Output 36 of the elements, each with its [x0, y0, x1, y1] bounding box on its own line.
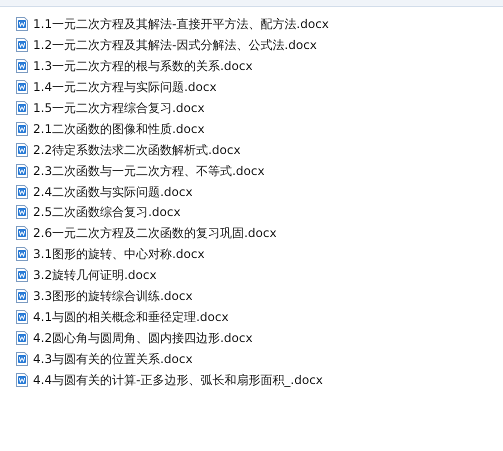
file-name[interactable]: 4.3与圆有关的位置关系.docx — [33, 350, 193, 367]
document-icon — [16, 38, 28, 52]
file-name[interactable]: 1.4一元二次方程与实际问题.docx — [33, 79, 217, 96]
document-icon — [16, 310, 28, 324]
document-icon — [16, 17, 28, 32]
document-icon — [16, 205, 28, 220]
file-name[interactable]: 2.3二次函数与一元二次方程、不等式.docx — [33, 162, 265, 179]
file-name[interactable]: 2.6一元二次方程及二次函数的复习巩固.docx — [33, 225, 277, 242]
document-icon — [16, 184, 28, 199]
document-icon — [16, 352, 28, 366]
file-name[interactable]: 4.1与圆的相关概念和垂径定理.docx — [33, 308, 229, 325]
document-icon — [16, 330, 28, 345]
document-icon — [16, 164, 28, 178]
file-name[interactable]: 3.1图形的旋转、中心对称.docx — [33, 246, 205, 262]
document-icon — [16, 101, 28, 115]
document-icon — [16, 268, 28, 282]
document-icon — [16, 80, 28, 94]
file-name[interactable]: 2.1二次函数的图像和性质.docx — [33, 120, 205, 137]
file-name[interactable]: 1.2一元二次方程及其解法-因式分解法、公式法.docx — [33, 37, 317, 54]
document-icon — [16, 247, 28, 262]
document-icon — [16, 226, 28, 240]
document-icon — [16, 289, 28, 304]
file-name[interactable]: 2.4二次函数与实际问题.docx — [33, 184, 193, 200]
file-name[interactable]: 4.4与圆有关的计算-正多边形、弧长和扇形面积_.docx — [33, 372, 323, 388]
document-icon — [16, 142, 28, 157]
file-name[interactable]: 4.2圆心角与圆周角、圆内接四边形.docx — [33, 330, 253, 346]
file-name[interactable]: 3.3图形的旋转综合训练.docx — [33, 288, 193, 304]
file-name[interactable]: 1.3一元二次方程的根与系数的关系.docx — [33, 58, 253, 74]
document-icon — [16, 372, 28, 387]
file-name[interactable]: 2.5二次函数综合复习.docx — [33, 204, 181, 220]
file-name[interactable]: 1.5一元二次方程综合复习.docx — [33, 100, 205, 116]
file-name[interactable]: 2.2待定系数法求二次函数解析式.docx — [33, 142, 241, 158]
file-name[interactable]: 1.1一元二次方程及其解法-直接开平方法、配方法.docx — [33, 16, 329, 32]
document-icon — [16, 122, 28, 136]
document-icon — [16, 59, 28, 74]
file-name[interactable]: 3.2旋转几何证明.docx — [33, 267, 157, 284]
